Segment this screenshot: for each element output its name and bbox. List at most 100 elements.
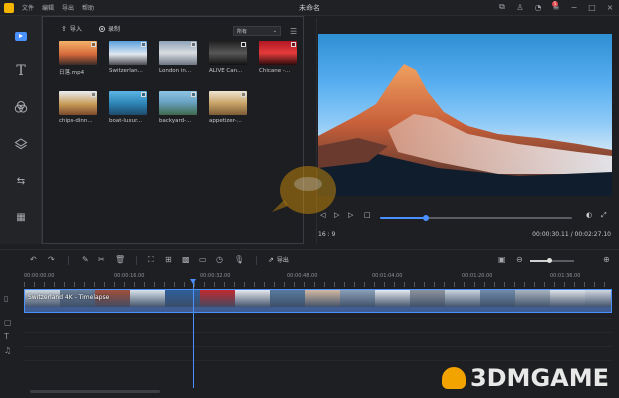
import-button[interactable]: ⇪ 导入: [61, 24, 82, 34]
media-thumbnail[interactable]: [59, 91, 97, 115]
media-thumbnail[interactable]: [59, 41, 97, 65]
thumbnail-checkbox[interactable]: [291, 42, 296, 47]
ruler-tick-label: 00:00:16.00: [114, 273, 145, 279]
media-thumbnail[interactable]: [159, 91, 197, 115]
preview-progress-slider[interactable]: [380, 215, 572, 221]
toolbar-divider: [136, 256, 137, 265]
rail-filter-button[interactable]: [10, 96, 32, 118]
media-thumbnail[interactable]: [159, 41, 197, 65]
notification-icon[interactable]: ◔: [533, 3, 543, 12]
import-icon: ⇪: [61, 24, 67, 33]
zoom-out-icon[interactable]: ⊖: [516, 255, 523, 264]
rail-media-button[interactable]: [10, 25, 32, 47]
progress-handle[interactable]: [423, 215, 430, 221]
split-icon[interactable]: ✂: [98, 255, 105, 264]
menu-help[interactable]: 帮助: [82, 3, 94, 12]
element-icon: ▦: [16, 211, 26, 223]
close-icon[interactable]: ×: [605, 3, 615, 12]
pen-icon[interactable]: ✎: [82, 255, 89, 264]
menu-file[interactable]: 文件: [22, 3, 34, 12]
thumbnail-checkbox[interactable]: [191, 42, 196, 47]
aspect-ratio[interactable]: 16 : 9: [318, 231, 335, 238]
user-icon[interactable]: ♙: [515, 3, 525, 12]
timeline-zoom-slider[interactable]: [530, 258, 574, 263]
video-track-clip[interactable]: Switzerland 4K - Timelapse: [24, 289, 612, 313]
thumbnail-checkbox[interactable]: [191, 92, 196, 97]
maximize-icon[interactable]: □: [587, 3, 597, 12]
timeline-ruler[interactable]: 00:00:00.00 00:00:16.00 00:00:32.00 00:00:4…: [0, 270, 619, 288]
media-thumbnail[interactable]: [109, 41, 147, 65]
menu-export[interactable]: 导出: [62, 3, 74, 12]
media-icon: [15, 31, 27, 41]
clip-title: Switzerland 4K - Timelapse: [28, 294, 110, 301]
thumbnail-checkbox[interactable]: [141, 42, 146, 47]
thumbnail-checkbox[interactable]: [91, 92, 96, 97]
delete-icon[interactable]: 🗑: [115, 255, 125, 264]
stop-icon[interactable]: □: [364, 211, 371, 219]
clip-frame-thumbnail: [410, 290, 445, 308]
zoom-in-icon[interactable]: ⊕: [603, 255, 610, 264]
clip-frame-thumbnail: [480, 290, 515, 308]
mosaic-icon[interactable]: ▩: [182, 255, 190, 264]
clip-frame-thumbnail: [445, 290, 480, 308]
media-item-label: 日落.mp4: [59, 70, 85, 76]
filter-value: 所有: [237, 28, 248, 35]
watermark-text: 3DMGAME: [469, 364, 609, 392]
watermark-logo-icon: [441, 367, 466, 389]
rail-element-button[interactable]: ▦: [10, 206, 32, 228]
speed-icon[interactable]: ◷: [216, 255, 223, 264]
media-thumbnail[interactable]: [109, 91, 147, 115]
transition-icon: ⇆: [16, 175, 26, 187]
media-item-label: Chicane -...: [259, 68, 291, 74]
music-track[interactable]: [24, 346, 612, 358]
media-thumbnail[interactable]: [259, 41, 297, 65]
snapshot-icon[interactable]: ▣: [498, 255, 506, 264]
export-label: 导出: [276, 257, 289, 264]
menu-edit[interactable]: 编辑: [42, 3, 54, 12]
minimize-icon[interactable]: −: [569, 3, 579, 12]
thumbnail-checkbox[interactable]: [91, 42, 96, 47]
crop-icon[interactable]: ⛶: [148, 255, 154, 265]
menu-icon[interactable]: ≡: [551, 3, 561, 12]
edit-toolbar: ↶ ↷ ✎ ✂ 🗑 ⛶ ⊞ ▩ ▭ ◷ 🎙 ⇗ 导出 ▣ ⊖ ⊕: [0, 249, 619, 269]
toolbar-divider: [256, 256, 257, 265]
resize-icon[interactable]: ⊞: [165, 255, 172, 264]
rail-transition-button[interactable]: ⇆: [10, 170, 32, 192]
thumbnail-checkbox[interactable]: [241, 92, 246, 97]
ruler-tick-label: 00:01:20.00: [462, 273, 493, 279]
music-track-icon: ♫: [4, 346, 12, 355]
export-icon: ⇗: [268, 255, 274, 264]
clip-frame-thumbnail: [550, 290, 585, 308]
undo-icon[interactable]: ↶: [30, 255, 37, 264]
layers-icon: [14, 138, 28, 150]
media-thumbnail[interactable]: [209, 41, 247, 65]
ruler-tick-label: 00:00:00.00: [24, 273, 55, 279]
freeze-frame-icon[interactable]: ▭: [199, 255, 207, 264]
playhead-line[interactable]: [193, 283, 194, 388]
chevron-down-icon: ⌄: [272, 28, 277, 34]
overlay-track[interactable]: [24, 318, 612, 330]
thumbnail-checkbox[interactable]: [241, 42, 246, 47]
zoom-handle[interactable]: [547, 258, 553, 263]
title-bar: 文件 编辑 导出 帮助 未命名 5 ⧉ ♙ ◔ ≡ − □ ×: [0, 0, 619, 16]
share-icon[interactable]: ⧉: [497, 2, 507, 12]
redo-icon[interactable]: ↷: [48, 255, 55, 264]
volume-icon[interactable]: ◐: [586, 211, 592, 219]
text-track-icon: T: [4, 332, 9, 341]
clip-frame-thumbnail: [200, 290, 235, 308]
media-thumbnail[interactable]: [209, 91, 247, 115]
fullscreen-icon[interactable]: ⤢: [601, 211, 607, 220]
rail-text-button[interactable]: T: [10, 60, 32, 82]
media-filter-select[interactable]: 所有 ⌄: [233, 26, 281, 36]
site-watermark: 3DMGAME: [441, 364, 609, 392]
clip-frame-thumbnail: [130, 290, 165, 308]
text-track[interactable]: [24, 332, 612, 344]
record-button[interactable]: 录制: [99, 24, 120, 33]
export-button[interactable]: ⇗ 导出: [268, 255, 289, 265]
thumbnail-checkbox[interactable]: [141, 92, 146, 97]
microphone-icon[interactable]: 🎙: [234, 255, 244, 264]
rail-overlay-button[interactable]: [10, 133, 32, 155]
list-view-icon[interactable]: ☰: [290, 27, 297, 36]
media-item-label: ALIVE Can...: [209, 68, 243, 74]
timeline-scrollbar[interactable]: [30, 390, 160, 393]
